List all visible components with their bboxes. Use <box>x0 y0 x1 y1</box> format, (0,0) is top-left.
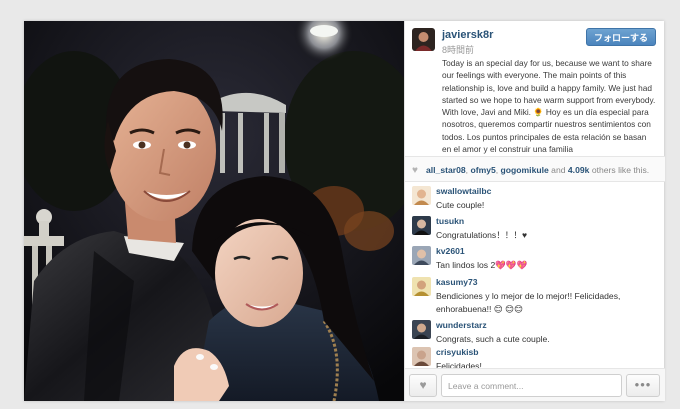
comment-text: Cute couple! <box>436 200 485 210</box>
like-button[interactable]: ♥ <box>409 374 437 397</box>
commenter-avatar[interactable] <box>412 320 431 339</box>
comment-text: Congratulations！！！♥ <box>436 230 528 240</box>
avatar-image <box>412 246 431 265</box>
likes-and-text: and <box>551 165 566 175</box>
comment-item: kasumy73 Bendiciones y lo mejor de lo me… <box>405 273 665 316</box>
owner-avatar[interactable] <box>412 28 435 51</box>
avatar-image <box>412 277 431 296</box>
selfie-photo-illustration <box>24 21 404 401</box>
comment-item: crisyukisb Felicidades! <box>405 343 665 368</box>
likes-summary: ♥ all_star08, ofmy5, gogomikule and 4.09k… <box>405 156 665 182</box>
comment-footer: ♥ ••• <box>405 368 665 401</box>
heart-icon: ♥ <box>412 165 418 176</box>
post-timestamp[interactable]: 8時間前 <box>442 43 474 56</box>
avatar-image <box>412 186 431 205</box>
comment-username[interactable]: kv2601 <box>436 246 465 256</box>
comments-list[interactable]: swallowtailbc Cute couple! tusukn Congra… <box>405 182 665 368</box>
avatar-image <box>412 347 431 366</box>
likes-suffix: others like this. <box>591 165 650 175</box>
comment-input[interactable] <box>441 374 622 397</box>
commenter-avatar[interactable] <box>412 186 431 205</box>
liker-link[interactable]: gogomikule <box>501 165 549 175</box>
comment-item: kv2601 Tan lindos los 2💖💖💖 <box>405 242 665 273</box>
comment-item: swallowtailbc Cute couple! <box>405 182 665 212</box>
commenter-avatar[interactable] <box>412 246 431 265</box>
heart-icon: ♥ <box>419 378 427 392</box>
comment-text: Felicidades! <box>436 361 482 368</box>
avatar-image <box>412 320 431 339</box>
post-photo[interactable] <box>24 21 404 401</box>
commenter-avatar[interactable] <box>412 347 431 366</box>
comment-item: wunderstarz Congrats, such a cute couple… <box>405 316 665 346</box>
comment-username[interactable]: crisyukisb <box>436 347 479 357</box>
comment-text: Tan lindos los 2💖💖💖 <box>436 260 528 270</box>
comment-item: tusukn Congratulations！！！♥ <box>405 212 665 242</box>
post-caption: Today is an special day for us, because … <box>442 58 656 154</box>
comment-text: Bendiciones y lo mejor de lo mejor!! Fel… <box>436 291 621 314</box>
commenter-avatar[interactable] <box>412 277 431 296</box>
avatar-image <box>412 28 435 51</box>
comment-username[interactable]: kasumy73 <box>436 277 478 287</box>
liker-link[interactable]: all_star08 <box>426 165 466 175</box>
liker-link[interactable]: ofmy5 <box>470 165 495 175</box>
comment-username[interactable]: swallowtailbc <box>436 186 491 196</box>
more-options-button[interactable]: ••• <box>626 374 660 397</box>
commenter-avatar[interactable] <box>412 216 431 235</box>
post-card: javiersk8r 8時間前 フォローする Today is an speci… <box>24 21 665 401</box>
post-header: javiersk8r 8時間前 フォローする Today is an speci… <box>405 21 665 156</box>
owner-username[interactable]: javiersk8r <box>442 29 493 41</box>
avatar-image <box>412 216 431 235</box>
post-details-panel: javiersk8r 8時間前 フォローする Today is an speci… <box>404 21 665 401</box>
follow-button[interactable]: フォローする <box>585 28 656 46</box>
comment-username[interactable]: wunderstarz <box>436 320 487 330</box>
likes-count[interactable]: 4.09k <box>568 165 590 175</box>
comment-username[interactable]: tusukn <box>436 216 464 226</box>
